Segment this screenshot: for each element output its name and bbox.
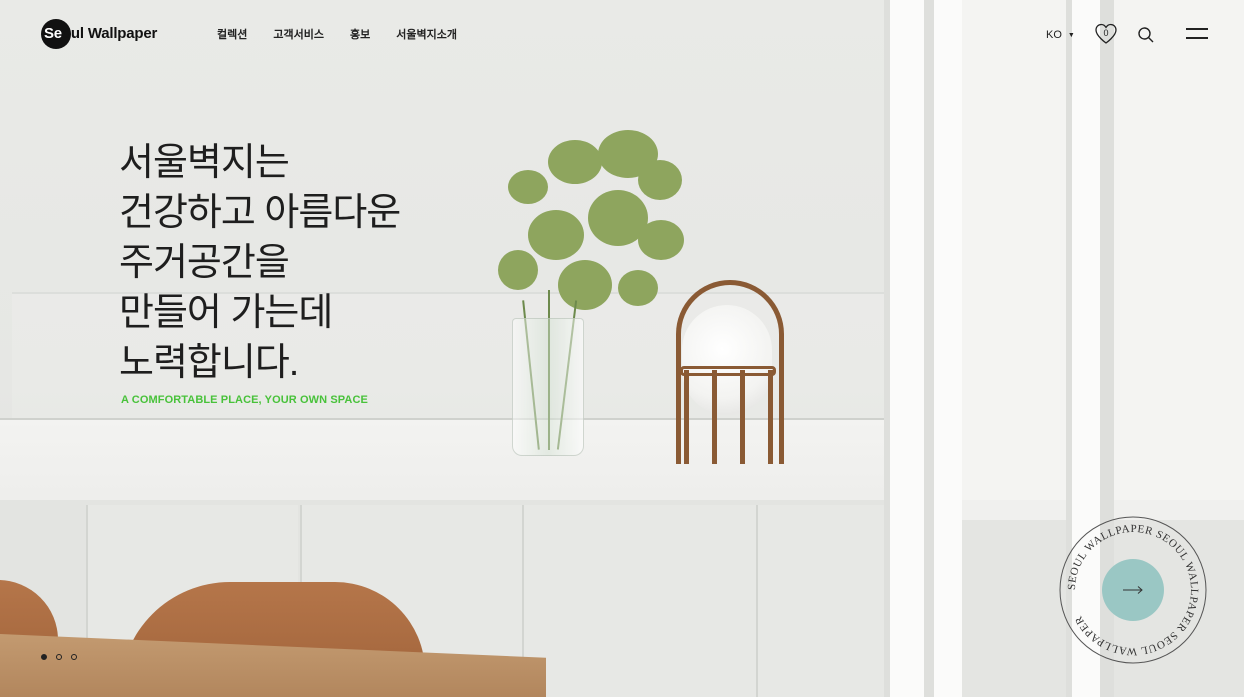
arrow-right-icon — [1123, 586, 1143, 594]
search-icon — [1138, 27, 1154, 43]
search-button[interactable] — [1137, 26, 1155, 44]
wishlist-count: 0 — [1103, 28, 1109, 38]
slide-dot-1[interactable] — [41, 654, 47, 660]
next-slide-button[interactable] — [1102, 559, 1164, 621]
hero-tagline: A COMFORTABLE PLACE, YOUR OWN SPACE — [121, 394, 368, 406]
slide-dot-2[interactable] — [56, 654, 62, 660]
nav-item-collection[interactable]: 컬렉션 — [217, 26, 247, 42]
hero-section: Seoul Wallpaper 컬렉션 고객서비스 홍보 서울벽지소개 KO ▼… — [0, 0, 1244, 697]
logo-link[interactable]: Seoul Wallpaper — [41, 19, 158, 49]
nav-item-customer-service[interactable]: 고객서비스 — [273, 26, 324, 42]
language-label: KO — [1046, 29, 1062, 41]
slide-pagination — [41, 654, 77, 660]
headline-line: 만들어 가는데 — [119, 292, 333, 334]
site-header: Seoul Wallpaper 컬렉션 고객서비스 홍보 서울벽지소개 KO ▼… — [0, 0, 1244, 68]
logo-text: Seoul Wallpaper — [44, 25, 158, 42]
nav-item-about[interactable]: 서울벽지소개 — [396, 26, 457, 42]
slide-dot-3[interactable] — [71, 654, 77, 660]
headline-line: 건강하고 아름다운 — [119, 192, 401, 234]
hamburger-menu-button[interactable] — [1186, 27, 1208, 39]
caret-down-icon: ▼ — [1067, 31, 1075, 39]
language-selector[interactable]: KO ▼ — [1046, 29, 1075, 41]
headline-line: 서울벽지는 — [119, 142, 290, 184]
circular-text-badge: SEOUL WALLPAPER SEOUL WALLPAPER SEOUL WA… — [1058, 515, 1208, 665]
headline-line: 노력합니다. — [119, 342, 299, 384]
headline-line: 주거공간을 — [119, 242, 290, 284]
nav-item-pr[interactable]: 홍보 — [350, 26, 370, 42]
wishlist-button[interactable]: 0 — [1094, 22, 1118, 46]
main-nav: 컬렉션 고객서비스 홍보 서울벽지소개 — [217, 26, 457, 42]
hero-headline: 서울벽지는 건강하고 아름다운 주거공간을 만들어 가는데 노력합니다. — [119, 138, 401, 388]
